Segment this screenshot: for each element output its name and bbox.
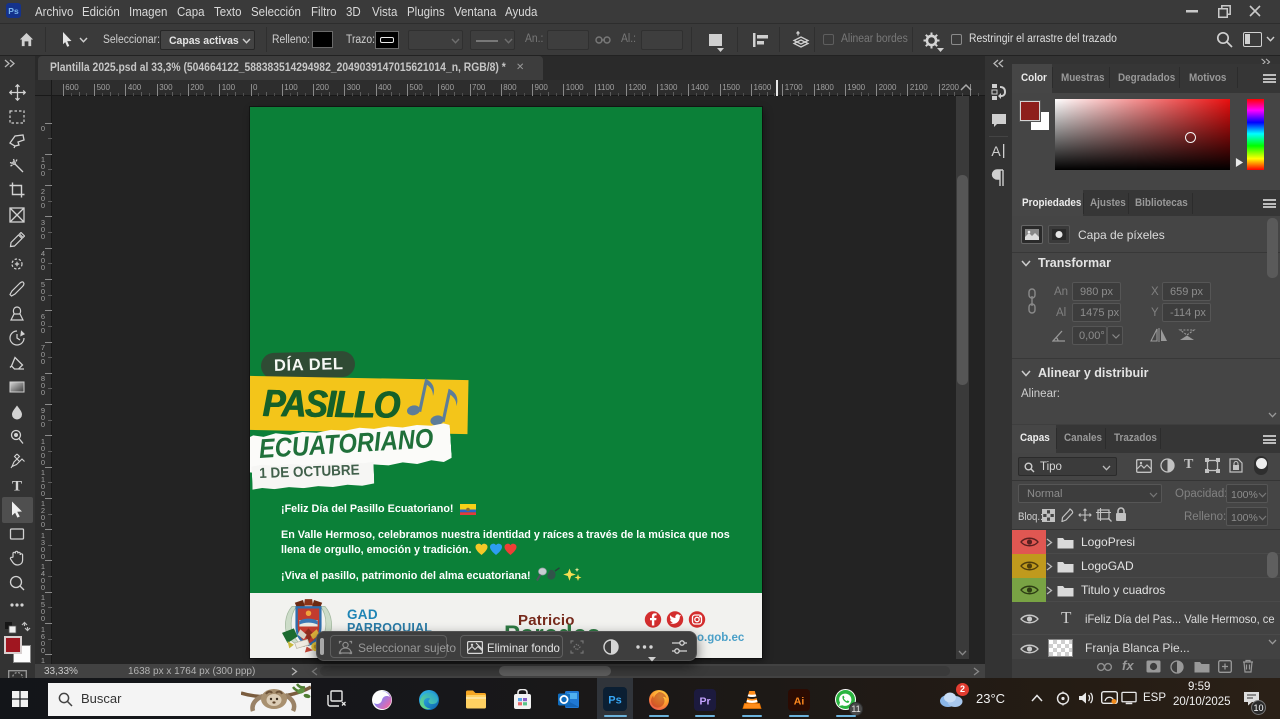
svg-text:Ps: Ps bbox=[608, 695, 621, 707]
svg-text:Ps: Ps bbox=[8, 6, 19, 16]
svg-text:Pr: Pr bbox=[699, 696, 710, 708]
svg-text:A: A bbox=[991, 143, 1001, 159]
svg-text:Ai: Ai bbox=[794, 696, 805, 708]
svg-text:T: T bbox=[12, 479, 22, 494]
